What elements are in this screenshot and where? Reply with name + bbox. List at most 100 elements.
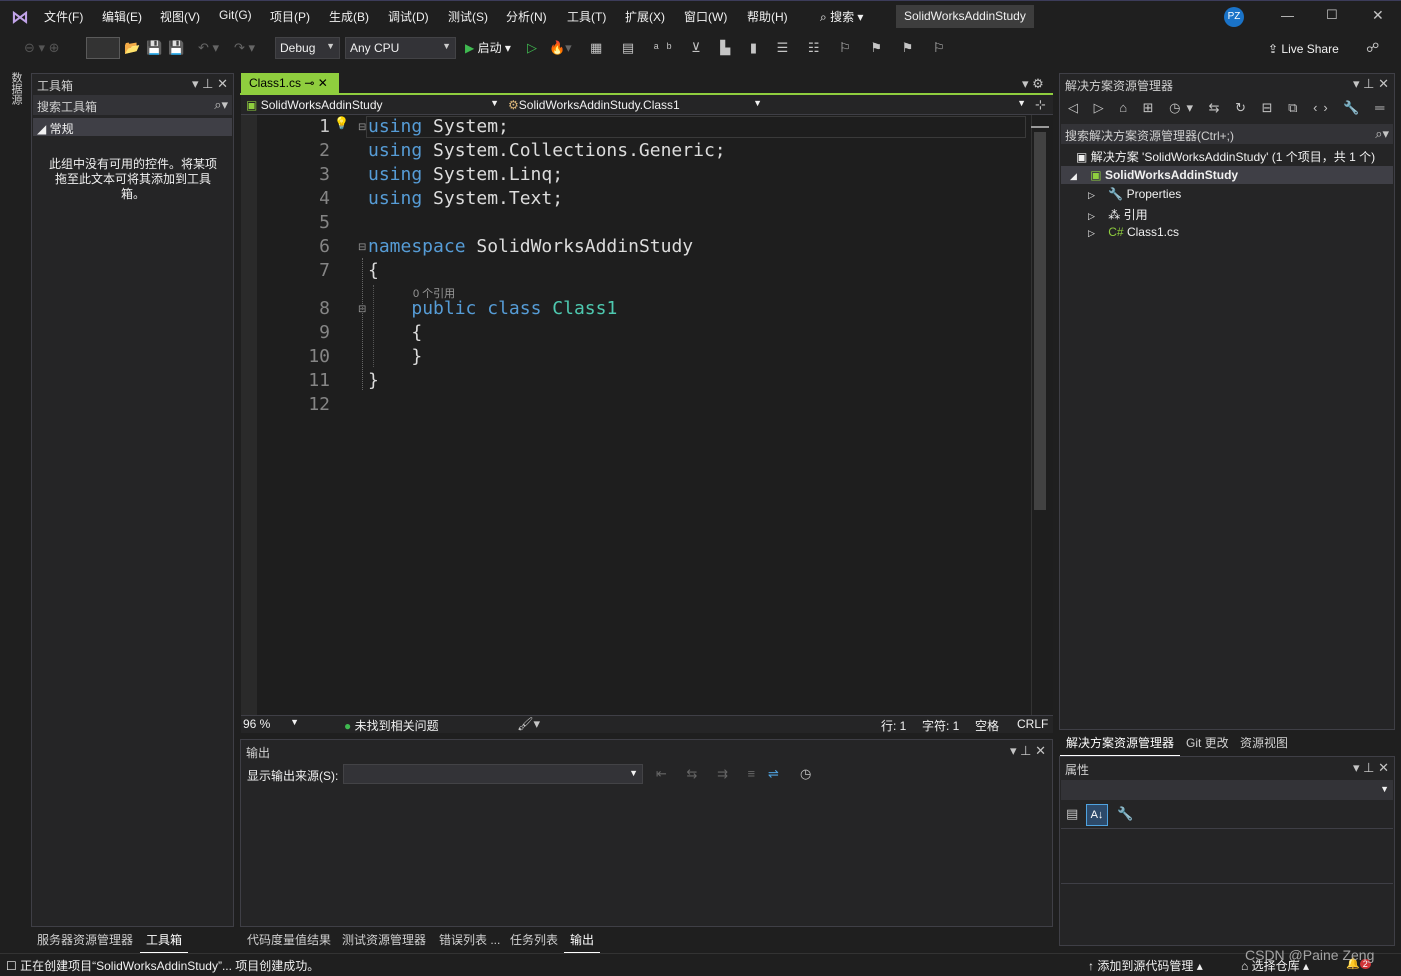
toolbox-window-controls[interactable]: ▾ ⊥ ✕ (192, 76, 228, 92)
start-without-debug-icon[interactable]: ▷ (527, 40, 537, 56)
collapse-namespace-icon[interactable]: ⊟ (358, 242, 366, 253)
code-line[interactable]: } (368, 370, 379, 391)
tab-git-changes[interactable]: Git 更改 (1180, 730, 1235, 755)
nav-project-dropdown[interactable]: ▣ SolidWorksAddinStudy ▼ (246, 98, 501, 112)
menu-item-4[interactable]: 项目(P) (270, 8, 310, 25)
tab-class1-cs[interactable]: Class1.cs ⊸ ✕ (241, 73, 339, 93)
line-ending[interactable]: CRLF (1017, 717, 1048, 731)
live-share-button[interactable]: ⇪ Live Share (1268, 42, 1339, 56)
clock-icon[interactable]: ◷ (800, 766, 811, 782)
output-source-label: 显示输出来源(S): (247, 769, 339, 783)
undo-icon[interactable]: ↶ ▾ (198, 40, 219, 56)
code-token: using (368, 116, 423, 137)
menu-item-9[interactable]: 工具(T) (567, 8, 606, 25)
word-wrap-icon[interactable]: ⇌ (768, 766, 779, 782)
minimize-icon[interactable]: — (1281, 8, 1294, 23)
code-line[interactable]: namespace SolidWorksAddinStudy (368, 236, 693, 257)
solution-toolbar-icons[interactable]: ◁ ▷ ⌂ ⊞ ◷▾ ⇆ ↻ ⊟ ⧉ ‹› 🔧 ═ (1068, 100, 1390, 116)
issues-indicator[interactable]: ● 未找到相关问题 (344, 717, 439, 734)
start-button[interactable]: ▶ 启动 ▾ (465, 39, 511, 56)
tab-resource-view[interactable]: 资源视图 (1234, 730, 1294, 755)
tab-toolbox[interactable]: 工具箱 (140, 927, 189, 954)
codelens-references[interactable]: 0 个引用 (413, 285, 455, 301)
close-icon[interactable]: ✕ (1372, 7, 1384, 24)
code-line[interactable]: { (368, 322, 422, 343)
feedback-icon[interactable]: ☍ (1366, 40, 1379, 56)
datasource-side-tab[interactable]: 数据源 (4, 72, 24, 132)
menu-item-2[interactable]: 视图(V) (160, 8, 200, 25)
tree-item-properties[interactable]: ▷ 🔧 Properties (1088, 187, 1181, 201)
collapse-using-icon[interactable]: ⊟ (358, 122, 366, 133)
menu-item-0[interactable]: 文件(F) (44, 8, 83, 25)
open-folder-icon[interactable]: 📂 (124, 40, 140, 56)
properties-object-select[interactable]: ▼ (1061, 780, 1393, 800)
brush-icon[interactable]: 🖌▾ (517, 716, 540, 732)
editor-tab-options-icon[interactable]: ▾ ⚙ (1022, 76, 1044, 92)
tab-server-explorer[interactable]: 服务器资源管理器 (31, 927, 139, 952)
indent-mode[interactable]: 空格 (975, 717, 999, 734)
solution-search-input[interactable]: 搜索解决方案资源管理器(Ctrl+;) ⌕▾ (1061, 124, 1393, 144)
close-icon[interactable]: ✕ (318, 76, 328, 90)
lightbulb-icon[interactable]: 💡 (334, 116, 349, 130)
output-source-select[interactable]: ▼ (343, 764, 643, 784)
split-icon[interactable]: ⊹ (1035, 97, 1046, 113)
config-select[interactable]: Debug ▼ (275, 37, 340, 59)
menu-item-1[interactable]: 编辑(E) (102, 8, 142, 25)
bottom-tab-0[interactable]: 代码度量值结果 (241, 927, 337, 952)
output-toolbar-icons[interactable]: ⇤ ⇆ ⇉ ≡ (656, 766, 763, 782)
tree-item-class1[interactable]: ▷ C# Class1.cs (1088, 225, 1179, 239)
bottom-tab-2[interactable]: 错误列表 ... (433, 927, 506, 952)
zoom-dropdown[interactable]: 96 % ▼ (243, 717, 301, 731)
bottom-tab-1[interactable]: 测试资源管理器 (336, 927, 432, 952)
menu-item-8[interactable]: 分析(N) (506, 8, 547, 25)
menu-item-5[interactable]: 生成(B) (329, 8, 369, 25)
avatar[interactable]: PZ (1224, 7, 1244, 27)
tab-solution-explorer[interactable]: 解决方案资源管理器 (1060, 730, 1181, 757)
redo-icon[interactable]: ↷ ▾ (234, 40, 255, 56)
properties-window-controls[interactable]: ▾ ⊥ ✕ (1353, 760, 1389, 776)
bottom-tab-3[interactable]: 任务列表 (504, 927, 564, 952)
collapse-icon: ◢ (37, 122, 47, 136)
platform-select[interactable]: Any CPU ▼ (345, 37, 456, 59)
menu-item-11[interactable]: 窗口(W) (684, 8, 727, 25)
menu-item-3[interactable]: Git(G) (219, 8, 252, 22)
toolbar-icons-group[interactable]: ▦ ▤ ᵃᵇ ⊻ ▙ ▮ ☰ ☷ ⚐ ⚑ ⚑ ⚐ (590, 40, 953, 56)
code-line[interactable]: { (368, 260, 379, 281)
hot-reload-icon[interactable]: 🔥▾ (549, 40, 572, 56)
menu-item-10[interactable]: 扩展(X) (625, 8, 665, 25)
code-line[interactable]: using System; (368, 116, 509, 137)
toolbox-search-input[interactable]: 搜索工具箱 ⌕▾ (33, 95, 232, 115)
property-pages-icon[interactable]: 🔧 (1117, 806, 1133, 822)
editor-body[interactable] (241, 115, 1053, 715)
csharp-file-icon: C# (1108, 225, 1124, 239)
add-source-control-button[interactable]: ↑ 添加到源代码管理 ▴ (1088, 957, 1203, 974)
nav-class-dropdown[interactable]: ⚙SolidWorksAddinStudy.Class1 ▼ (508, 98, 764, 112)
project-node[interactable]: ◢ ▣ SolidWorksAddinStudy (1070, 168, 1238, 182)
scrollbar-thumb[interactable] (1034, 132, 1046, 510)
search-button[interactable]: ⌕ 搜索 ▾ (820, 8, 863, 25)
output-window-controls[interactable]: ▾ ⊥ ✕ (1010, 743, 1046, 759)
code-line[interactable]: using System.Linq; (368, 164, 563, 185)
alphabetical-icon[interactable]: A↓ (1086, 804, 1108, 826)
code-line[interactable]: public class Class1 (368, 298, 617, 319)
maximize-icon[interactable]: ☐ (1326, 7, 1338, 23)
menu-item-6[interactable]: 调试(D) (388, 8, 429, 25)
solution-configurations-icon[interactable] (86, 37, 120, 59)
solution-window-controls[interactable]: ▾ ⊥ ✕ (1353, 76, 1389, 92)
cursor-col[interactable]: 字符: 1 (922, 717, 959, 734)
tree-item-references[interactable]: ▷ ⁂ 引用 (1088, 206, 1148, 223)
code-line[interactable]: using System.Text; (368, 188, 563, 209)
back-icon[interactable]: ⊖ ▾ ⊕ (24, 40, 60, 56)
code-token: SolidWorksAddinStudy (465, 236, 694, 257)
save-all-icon[interactable]: 💾 (168, 40, 184, 56)
code-line[interactable]: } (368, 346, 422, 367)
solution-root[interactable]: ▣ 解决方案 'SolidWorksAddinStudy' (1 个项目，共 1… (1076, 148, 1375, 165)
code-line[interactable]: using System.Collections.Generic; (368, 140, 726, 161)
toolbox-group-general[interactable]: ◢ 常规 (33, 118, 232, 136)
save-icon[interactable]: 💾 (146, 40, 162, 56)
menu-item-12[interactable]: 帮助(H) (747, 8, 788, 25)
bottom-tab-4[interactable]: 输出 (564, 927, 601, 954)
menu-item-7[interactable]: 测试(S) (448, 8, 488, 25)
cursor-row[interactable]: 行: 1 (881, 717, 906, 734)
categorized-icon[interactable]: ▤ (1066, 806, 1078, 822)
